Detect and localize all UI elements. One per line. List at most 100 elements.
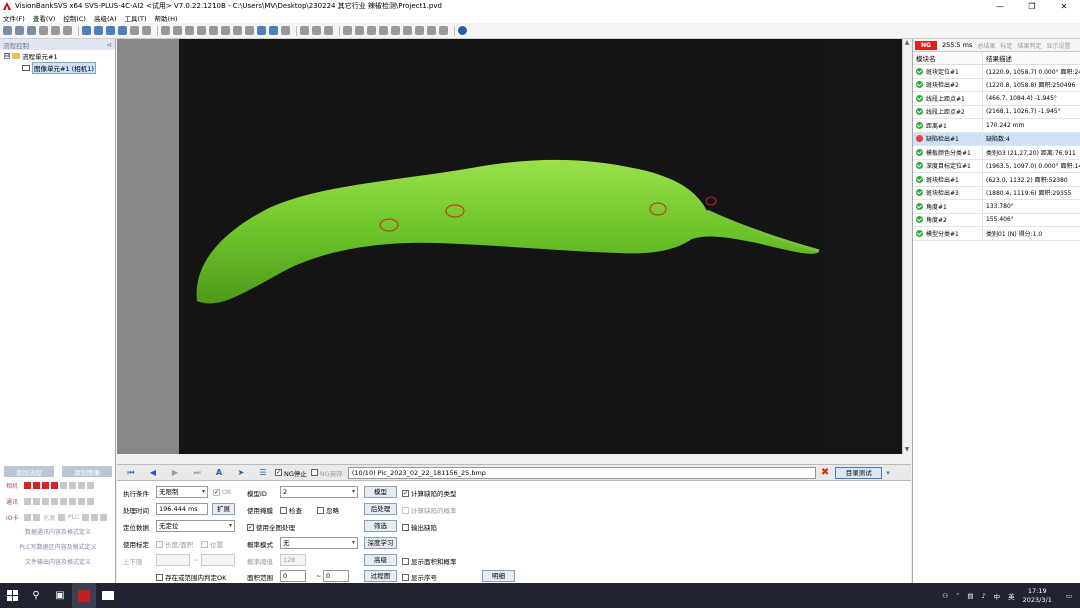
zoom-fit-icon[interactable]: [106, 26, 115, 35]
result-row[interactable]: 斑块检出#1 (623.0, 1132.2) 面积:52380: [913, 173, 1080, 187]
comm-format-link[interactable]: 数据通讯内容及格式定义: [0, 525, 116, 540]
checkbox-icon[interactable]: ✓: [213, 488, 220, 496]
total-result-link[interactable]: 总结果: [977, 41, 995, 50]
network-icon[interactable]: ▤: [967, 592, 973, 600]
image-icon[interactable]: [281, 26, 290, 35]
prev-image-icon[interactable]: ◀: [145, 467, 161, 479]
result-row[interactable]: 模型分类#1 类别01 (N) 得分:1.0: [913, 227, 1080, 241]
clock[interactable]: 17:19 2023/3/1: [1023, 587, 1052, 605]
post-process-button[interactable]: 后处理: [364, 503, 397, 515]
close-image-icon[interactable]: ✖: [821, 467, 829, 478]
pointer-icon[interactable]: ➤: [233, 467, 249, 479]
image-view[interactable]: ▲ ▼: [117, 39, 911, 454]
length-area-checkbox[interactable]: 长度/面积: [156, 539, 193, 549]
pin-icon[interactable]: [300, 26, 309, 35]
visionbank-taskbar-icon[interactable]: [72, 583, 96, 608]
area-max-field[interactable]: 0: [323, 570, 349, 582]
model-button[interactable]: 模型: [364, 486, 397, 498]
result-row[interactable]: 角度#2 155.406°: [913, 213, 1080, 227]
add-flow-button[interactable]: 添加流程: [4, 466, 54, 477]
checkbox-icon[interactable]: [402, 506, 409, 514]
menu-advanced[interactable]: 高级(A): [94, 13, 117, 23]
first-image-icon[interactable]: ⏮: [123, 467, 139, 479]
zoom-in-icon[interactable]: [82, 26, 91, 35]
save-as-icon[interactable]: [39, 26, 48, 35]
layers-icon[interactable]: [245, 26, 254, 35]
app-taskbar-icon[interactable]: [96, 583, 120, 608]
crop-icon[interactable]: [197, 26, 206, 35]
show-area-prob-checkbox[interactable]: 显示面积和概率: [402, 556, 457, 566]
checkbox-icon[interactable]: [402, 573, 409, 581]
minimize-button[interactable]: —: [984, 0, 1016, 12]
ignore-checkbox[interactable]: 忽略: [317, 505, 339, 515]
chevron-up-icon[interactable]: ˄: [956, 592, 959, 600]
result-row[interactable]: 斑块检出#2 (1220.8, 1058.8) 面积:250496: [913, 78, 1080, 92]
stop-icon[interactable]: [185, 26, 194, 35]
ng-save-checkbox[interactable]: NG另存: [310, 468, 343, 478]
checkbox-checked-icon[interactable]: ✓: [402, 489, 409, 497]
vertical-scrollbar[interactable]: ▲ ▼: [902, 39, 911, 454]
add-image-button[interactable]: 添加图像: [62, 466, 112, 477]
camera-icon[interactable]: [63, 26, 72, 35]
calc-prob-checkbox[interactable]: 计算缺陷的概率: [402, 505, 457, 515]
last-image-icon[interactable]: ⏭: [189, 467, 205, 479]
result-row[interactable]: 线段上距点#1 (466.7, 1084.4) -1.945°: [913, 92, 1080, 106]
close-button[interactable]: ✕: [1048, 0, 1080, 12]
checkbox-icon[interactable]: [317, 506, 324, 514]
step-icon[interactable]: [173, 26, 182, 35]
filter-button[interactable]: 筛选: [364, 520, 397, 532]
restore-button[interactable]: ❐: [1016, 0, 1048, 12]
use-full-image-checkbox[interactable]: ✓ 使用全图处理: [247, 522, 295, 532]
expand-button[interactable]: 扩展: [212, 503, 235, 515]
task-view-icon[interactable]: ▣: [48, 583, 72, 608]
color-icon[interactable]: [221, 26, 230, 35]
mail-icon[interactable]: [403, 26, 412, 35]
notification-icon[interactable]: ▭: [1066, 592, 1072, 600]
detail-button[interactable]: 明细: [482, 570, 515, 582]
judge-ok-checkbox[interactable]: 存在或范围内判定OK: [156, 572, 226, 582]
checkbox-checked-icon[interactable]: ✓: [247, 523, 254, 531]
dropdown-arrow-icon[interactable]: ▾: [886, 469, 890, 477]
check-checkbox[interactable]: 检查: [280, 505, 302, 515]
pin-panel-icon[interactable]: ⊲: [107, 41, 112, 49]
folder-icon[interactable]: [415, 26, 424, 35]
deep-learn-button[interactable]: 深度学习: [364, 537, 397, 549]
advanced-button[interactable]: 高级: [364, 554, 397, 566]
model-id-select[interactable]: 2 ▾: [280, 486, 358, 498]
checkbox-icon[interactable]: [280, 506, 287, 514]
search-icon[interactable]: ⚲: [24, 583, 48, 608]
display-settings-link[interactable]: 显示设置: [1046, 41, 1070, 50]
prob-thresh-field[interactable]: 128: [280, 554, 306, 566]
list-icon[interactable]: ☰: [255, 467, 271, 479]
eye-icon[interactable]: [130, 26, 139, 35]
checkbox-icon[interactable]: [201, 540, 208, 548]
result-row[interactable]: 距离#1 170.242 mm: [913, 119, 1080, 133]
people-icon[interactable]: ⚇: [942, 592, 948, 600]
menu-view[interactable]: 查看(V): [33, 13, 56, 23]
menu-tools[interactable]: 工具(T): [125, 13, 147, 23]
ok-checkbox[interactable]: ✓ OK: [213, 488, 231, 496]
menu-help[interactable]: 帮助(H): [155, 13, 178, 23]
locate-select[interactable]: 无定位 ▾: [156, 520, 235, 532]
report-icon[interactable]: [391, 26, 400, 35]
area-min-field[interactable]: 0: [280, 570, 306, 582]
output-defect-checkbox[interactable]: 输出缺陷: [402, 522, 437, 532]
play-icon[interactable]: [161, 26, 170, 35]
zoom-out-icon[interactable]: [94, 26, 103, 35]
ime-indicator[interactable]: 中: [994, 591, 1001, 601]
next-image-icon[interactable]: ▶: [167, 467, 183, 479]
chart-icon[interactable]: [427, 26, 436, 35]
exec-cond-select[interactable]: 无限制 ▾: [156, 486, 208, 498]
text-tool-icon[interactable]: A: [211, 467, 227, 479]
result-row[interactable]: 模板颜色分类#1 类别03 (21,27,20) 距离:76.911: [913, 146, 1080, 160]
save-icon[interactable]: [27, 26, 36, 35]
limit-max-field[interactable]: [201, 554, 235, 566]
refresh-icon[interactable]: [355, 26, 364, 35]
image-filename-field[interactable]: (10/10) Pic_2023_02_22_181156_25.bmp: [347, 466, 816, 479]
tree-node-image-unit[interactable]: 图像单元#1 (相机1): [0, 62, 115, 74]
record-icon[interactable]: [367, 26, 376, 35]
checkbox-icon[interactable]: [310, 469, 318, 476]
ime-mode-indicator[interactable]: 英: [1008, 591, 1015, 601]
collapse-icon[interactable]: ⊟: [4, 53, 10, 59]
palette-icon[interactable]: [233, 26, 242, 35]
